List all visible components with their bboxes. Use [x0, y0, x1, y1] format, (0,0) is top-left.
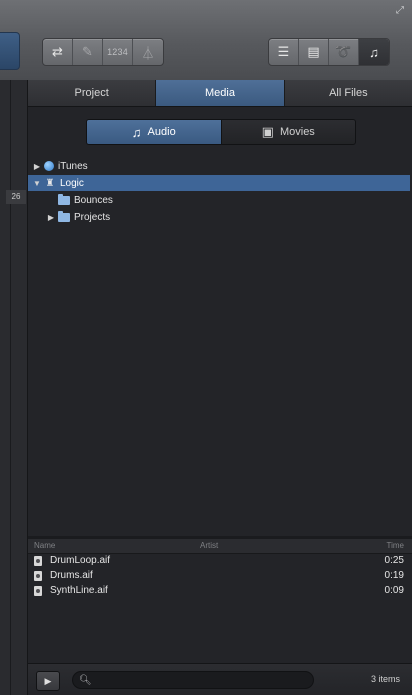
- count-in-button[interactable]: 1234: [103, 39, 133, 65]
- left-toolbar-button[interactable]: [0, 32, 20, 70]
- tracks-area-edge: 26: [0, 80, 28, 695]
- column-header-artist[interactable]: Artist: [200, 541, 218, 550]
- disclosure-triangle-icon[interactable]: ▶: [46, 213, 56, 222]
- view-toggle-group: ☰ ▤ ➰ ♫: [268, 38, 390, 66]
- resize-icon[interactable]: ⤢: [396, 6, 406, 16]
- media-browser-window: ⤢ ⇄ ✎ 1234 ⏃ ☰ ▤ ➰ ♫ 26 Project Media Al…: [0, 0, 412, 695]
- media-type-segmented-control: ♫ Audio ▣ Movies: [86, 119, 356, 145]
- pencil-icon: ✎: [82, 44, 93, 59]
- movies-segment-label: Movies: [279, 126, 315, 138]
- file-time: 0:19: [384, 570, 404, 581]
- folder-icon: [58, 210, 70, 222]
- tree-item-label: Bounces: [74, 194, 113, 206]
- search-icon[interactable]: 🔍︎: [79, 675, 92, 686]
- audio-file-icon: [34, 556, 42, 566]
- tree-item-itunes[interactable]: ▶ iTunes: [28, 158, 410, 174]
- browser-footer: ▶ 🔍︎ 3 items: [28, 663, 412, 695]
- item-count: 3 items: [370, 674, 400, 684]
- film-icon: ▣: [261, 124, 274, 139]
- divider: [10, 80, 11, 695]
- media-browser-icon: ♫: [369, 44, 379, 60]
- audio-file-icon: [34, 586, 42, 596]
- browser-panel: Project Media All Files ♫ Audio ▣ Movies…: [28, 80, 412, 695]
- media-browser-button[interactable]: ♫: [359, 39, 389, 65]
- file-name: Drums.aif: [50, 570, 93, 581]
- file-list-header: Name Artist Time: [28, 539, 412, 554]
- movies-segment[interactable]: ▣ Movies: [222, 120, 356, 144]
- tree-item-projects[interactable]: ▶ Projects: [28, 209, 410, 225]
- music-note-icon: ♫: [131, 124, 142, 140]
- file-time: 0:09: [384, 585, 404, 596]
- audio-segment-label: Audio: [147, 126, 176, 138]
- column-header-name[interactable]: Name: [34, 541, 55, 550]
- list-item[interactable]: SynthLine.aif 0:09: [28, 584, 412, 599]
- itunes-icon: [44, 161, 54, 171]
- list-item[interactable]: Drums.aif 0:19: [28, 569, 412, 584]
- transport-toggle-group: ⇄ ✎ 1234 ⏃: [42, 38, 164, 66]
- tree-item-label: Logic: [60, 177, 84, 189]
- folder-icon: [58, 193, 70, 205]
- search-input[interactable]: [91, 673, 313, 687]
- audio-file-icon: [34, 571, 42, 581]
- play-icon: ▶: [44, 675, 52, 686]
- tab-project[interactable]: Project: [28, 80, 157, 106]
- metronome-icon: ⏃: [141, 45, 155, 61]
- loop-browser-icon: ➰: [335, 44, 352, 59]
- search-field[interactable]: 🔍︎: [72, 671, 314, 689]
- file-name: DrumLoop.aif: [50, 555, 111, 566]
- logic-icon: ♜: [45, 177, 55, 189]
- list-item[interactable]: DrumLoop.aif 0:25: [28, 554, 412, 569]
- preview-play-button[interactable]: ▶: [36, 671, 60, 691]
- browser-tabs: Project Media All Files: [28, 80, 412, 107]
- loop-browser-button[interactable]: ➰: [329, 39, 359, 65]
- note-pad-button[interactable]: ▤: [299, 39, 329, 65]
- list-editors-button[interactable]: ☰: [269, 39, 299, 65]
- file-name: SynthLine.aif: [50, 585, 108, 596]
- tree-item-logic[interactable]: ▼ ♜ Logic: [28, 175, 410, 191]
- note-pad-icon: ▤: [307, 44, 320, 59]
- file-time: 0:25: [384, 555, 404, 566]
- tab-all-files[interactable]: All Files: [285, 80, 412, 106]
- tree-item-bounces[interactable]: Bounces: [28, 192, 410, 208]
- column-header-time[interactable]: Time: [387, 541, 404, 550]
- list-editors-icon: ☰: [277, 44, 290, 59]
- cycle-icon: ⇄: [52, 44, 63, 59]
- ruler-bar-number: 26: [6, 190, 26, 204]
- toolbar: ⤢ ⇄ ✎ 1234 ⏃ ☰ ▤ ➰ ♫: [0, 0, 412, 81]
- cycle-button[interactable]: ⇄: [43, 39, 73, 65]
- file-list: DrumLoop.aif 0:25 Drums.aif 0:19 SynthLi…: [28, 554, 412, 664]
- tab-media[interactable]: Media: [156, 80, 285, 106]
- count-in-icon: 1234: [107, 47, 128, 57]
- metronome-button[interactable]: ⏃: [133, 39, 163, 65]
- tree-item-label: Projects: [74, 211, 111, 223]
- tree-item-label: iTunes: [58, 160, 88, 172]
- pencil-button[interactable]: ✎: [73, 39, 103, 65]
- source-tree: ▶ iTunes ▼ ♜ Logic Bounces ▶ Projects: [28, 158, 412, 538]
- audio-segment[interactable]: ♫ Audio: [87, 120, 222, 144]
- disclosure-triangle-icon[interactable]: ▶: [32, 162, 42, 171]
- disclosure-triangle-expanded-icon[interactable]: ▼: [32, 179, 42, 188]
